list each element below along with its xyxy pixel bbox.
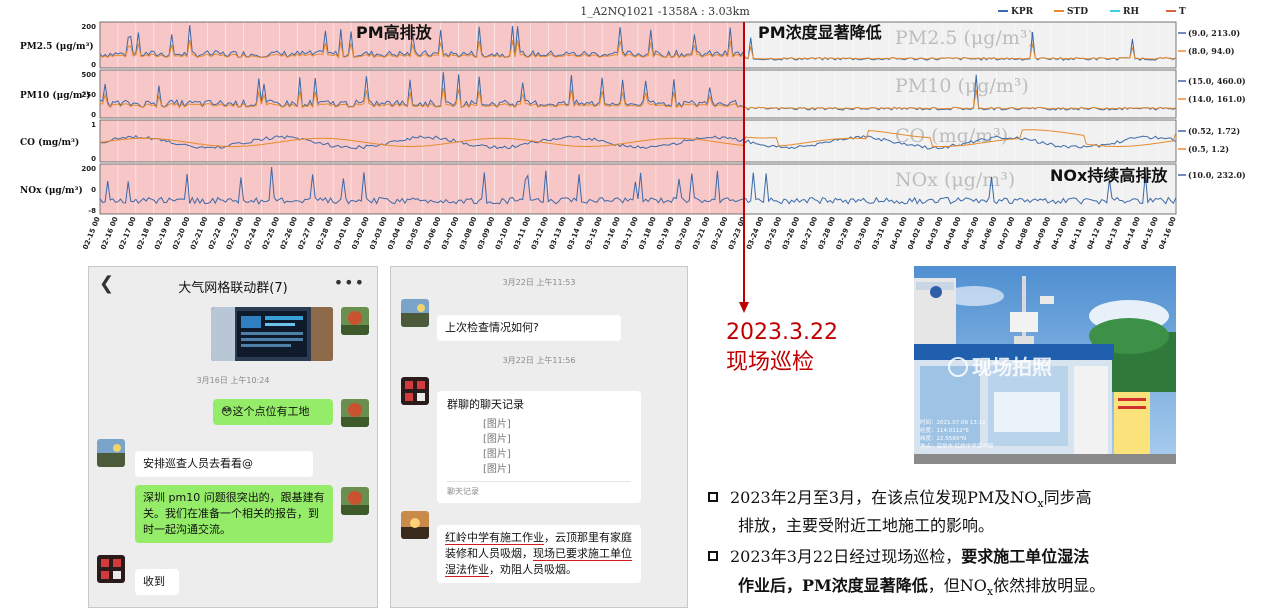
bullet-square-icon <box>708 492 718 502</box>
photo-watermark: 现场拍照 <box>972 355 1052 379</box>
inspection-label: 现场巡检 <box>726 350 815 375</box>
chat-window-group: ❮ 大气网格联动群(7) ••• 3月16日 上午10:24 😳这个点位有工地 … <box>88 266 378 608</box>
message-bubble[interactable]: 安排巡查人员去看看@ <box>135 451 313 477</box>
avatar-sender-b[interactable] <box>97 439 125 467</box>
chat-record-item: [图片] <box>483 434 511 445</box>
chat-record-item: [图片] <box>483 464 511 475</box>
avatar-sender-a[interactable] <box>341 307 369 335</box>
bullet-1-line-1: 2023年2月至3月，在该点位发现PM及NOx同步高 <box>708 484 1092 510</box>
bullet-bold-text: 要求施工单位湿法 <box>961 547 1090 566</box>
inspection-date: 2023.3.22 <box>726 320 838 345</box>
message-bubble[interactable]: 深圳 pm10 问题很突出的，跟基建有关。我们在准备一个相关的报告，到时一起沟通… <box>135 485 333 543</box>
bullet-text: 2023年3月22日经过现场巡检， <box>730 547 962 566</box>
avatar-sender-a[interactable] <box>341 399 369 427</box>
bullet-text: 排放，主要受附近工地施工的影响。 <box>738 516 995 535</box>
site-photo: 现场拍照 时间：2021.07.09 13:12 经度：114.0112°E 纬… <box>914 266 1176 464</box>
message-bubble[interactable]: 收到 <box>135 569 179 595</box>
bullet-text: 依然排放明显。 <box>993 576 1106 595</box>
bullet-2-line-1: 2023年3月22日经过现场巡检，要求施工单位湿法 <box>708 543 1089 567</box>
chat-record-divider <box>447 481 631 482</box>
chat-record-footer: 聊天记录 <box>447 487 479 496</box>
site-photo-image: 现场拍照 时间：2021.07.09 13:12 经度：114.0112°E 纬… <box>914 266 1176 464</box>
message-timestamp: 3月16日 上午10:24 <box>196 376 270 385</box>
bullet-bold-text: 作业后，PM浓度显著降低 <box>738 576 928 595</box>
bullet-2-line-2: 作业后，PM浓度显著降低，但NOx依然排放明显。 <box>738 572 1105 598</box>
chat-record-item: [图片] <box>483 449 511 460</box>
photo-meta-line: 时间：2021.07.09 13:12 <box>920 418 986 426</box>
photo-meta-line: 经度：114.0112°E <box>920 426 969 434</box>
bullet-text: 同步高 <box>1043 488 1092 507</box>
avatar-sender-c[interactable] <box>97 555 125 583</box>
avatar-sender-d[interactable] <box>401 511 429 539</box>
bullet-text: 2023年2月至3月，在该点位发现PM及NO <box>730 488 1038 507</box>
reply-message-bubble[interactable]: 红岭中学有施工作业，云顶那里有家庭装修和人员吸烟，现场已要求施工单位湿法作业，劝… <box>437 525 641 583</box>
bullet-1-line-2: 排放，主要受附近工地施工的影响。 <box>738 512 994 536</box>
inspection-date-annotation: 2023.3.22 现场巡检 <box>726 318 838 378</box>
message-timestamp: 3月22日 上午11:53 <box>502 278 576 287</box>
chat-record-title: 群聊的聊天记录 <box>447 398 524 411</box>
bullet-text: ，但NO <box>927 576 987 595</box>
avatar-sender-a[interactable] <box>341 487 369 515</box>
highlight-construction: 红岭中学有施工作业 <box>445 531 544 545</box>
chat-header: ❮ 大气网格联动群(7) ••• <box>89 267 377 303</box>
chat-record-card[interactable]: 群聊的聊天记录 [图片] [图片] [图片] [图片] 聊天记录 <box>437 391 641 503</box>
avatar-sender-c[interactable] <box>401 377 429 405</box>
message-bubble[interactable]: 😳这个点位有工地 <box>213 399 333 425</box>
chat-record-item: [图片] <box>483 419 511 430</box>
screenshot-thumbnail <box>211 307 333 361</box>
avatar-sender-b[interactable] <box>401 299 429 327</box>
bullet-square-icon <box>708 551 718 561</box>
more-options-icon[interactable]: ••• <box>334 273 365 292</box>
photo-meta-line: 地点：深圳市·红岭中学高中部 <box>920 442 994 450</box>
photo-meta-line: 纬度：22.5589°N <box>920 434 966 442</box>
reply-text: ，劝阻人员吸烟。 <box>489 563 577 576</box>
image-message[interactable] <box>211 307 333 361</box>
message-timestamp: 3月22日 上午11:56 <box>502 356 576 365</box>
chat-window-inspection: 3月22日 上午11:53 上次检查情况如何? 3月22日 上午11:56 群聊… <box>390 266 688 608</box>
message-bubble[interactable]: 上次检查情况如何? <box>437 315 621 341</box>
